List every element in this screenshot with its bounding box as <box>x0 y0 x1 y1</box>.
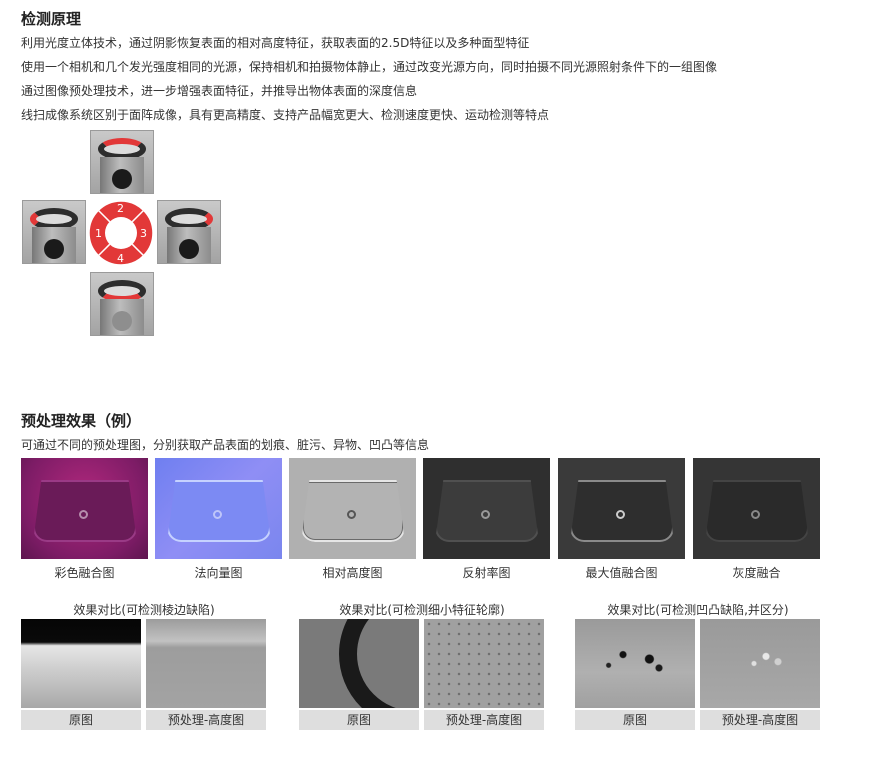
comparison-contour-original-label: 原图 <box>299 710 419 730</box>
comparison-bump-original-image <box>575 619 695 708</box>
caption-color-fusion: 彩色融合图 <box>54 566 115 580</box>
preprocessing-subtitle: 可通过不同的预处理图，分别获取产品表面的划痕、脏污、异物、凹凸等信息 <box>21 438 430 452</box>
comparison-edge-height-image <box>146 619 266 708</box>
light-segment-ring-diagram: 1 2 3 4 <box>88 200 154 266</box>
comparison-contour-height-image <box>424 619 544 708</box>
light-bottom-image <box>90 272 154 336</box>
caption-reflectance: 反射率图 <box>462 566 511 580</box>
caption-max-fusion: 最大值融合图 <box>585 566 658 580</box>
segment-label-2: 2 <box>117 202 124 215</box>
segment-label-3: 3 <box>140 227 147 240</box>
principle-line-3: 通过图像预处理技术，进一步增强表面特征，并推导出物体表面的深度信息 <box>21 84 418 98</box>
comparison-title-contour: 效果对比(可检测细小特征轮廓) <box>339 603 505 617</box>
principle-line-1: 利用光度立体技术，通过阴影恢复表面的相对高度特征，获取表面的2.5D特征以及多种… <box>21 36 530 50</box>
section-title-principle: 检测原理 <box>21 10 82 28</box>
relative-height-image <box>289 458 416 559</box>
comparison-contour-original-image <box>299 619 419 708</box>
comparison-contour-height-label: 预处理-高度图 <box>424 710 544 730</box>
light-right-image <box>157 200 221 264</box>
section-title-preprocessing: 预处理效果（例） <box>21 412 142 430</box>
ring-inner <box>105 217 137 249</box>
comparison-bump-height-label: 预处理-高度图 <box>700 710 820 730</box>
comparison-bump-original-label: 原图 <box>575 710 695 730</box>
light-top-image <box>90 130 154 194</box>
principle-line-2: 使用一个相机和几个发光强度相同的光源，保持相机和拍摄物体静止，通过改变光源方向，… <box>21 60 718 74</box>
caption-normal-vector: 法向量图 <box>194 566 243 580</box>
gray-fusion-image <box>693 458 820 559</box>
principle-line-4: 线扫成像系统区别于面阵成像，具有更高精度、支持产品幅宽更大、检测速度更快、运动检… <box>21 108 550 122</box>
reflectance-image <box>423 458 550 559</box>
comparison-edge-original-label: 原图 <box>21 710 141 730</box>
comparison-bump-height-image <box>700 619 820 708</box>
color-fusion-image <box>21 458 148 559</box>
max-fusion-image <box>558 458 685 559</box>
caption-gray-fusion: 灰度融合 <box>732 566 781 580</box>
comparison-title-bump: 效果对比(可检测凹凸缺陷,并区分) <box>607 603 789 617</box>
segment-label-4: 4 <box>117 252 124 265</box>
comparison-edge-height-label: 预处理-高度图 <box>146 710 266 730</box>
comparison-title-edge: 效果对比(可检测棱边缺陷) <box>73 603 215 617</box>
caption-relative-height: 相对高度图 <box>322 566 383 580</box>
light-left-image <box>22 200 86 264</box>
segment-label-1: 1 <box>95 227 102 240</box>
normal-vector-image <box>155 458 282 559</box>
comparison-edge-original-image <box>21 619 141 708</box>
